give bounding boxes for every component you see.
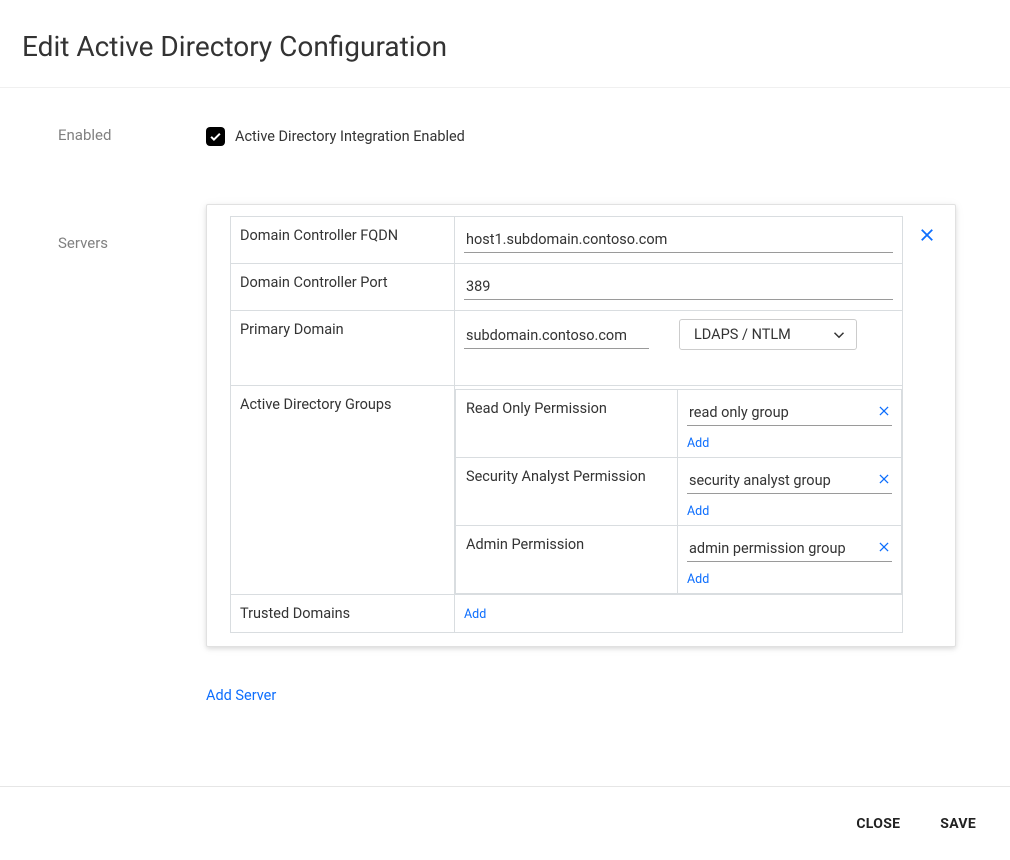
add-group-link[interactable]: Add [687,498,709,519]
group-name-input[interactable] [687,534,892,562]
fqdn-input[interactable] [464,225,893,253]
trusted-domains-label: Trusted Domains [231,595,455,633]
dialog-footer: CLOSE SAVE [0,786,1010,860]
primary-domain-label: Primary Domain [231,311,455,386]
remove-server-button[interactable] [915,223,939,247]
group-permission-label: Security Analyst Permission [456,458,678,526]
ad-groups-label: Active Directory Groups [231,386,455,595]
group-permission-label: Read Only Permission [456,390,678,458]
table-row: Trusted Domains Add [231,595,903,633]
remove-group-button[interactable] [876,403,892,419]
close-icon [877,404,891,418]
table-row: Admin Permission Add [456,526,902,594]
primary-domain-input[interactable] [464,321,649,349]
table-row: Primary Domain LDAPS / NTLM [231,311,903,386]
add-group-link[interactable]: Add [687,430,709,451]
close-button[interactable]: CLOSE [856,816,900,832]
port-input[interactable] [464,272,893,300]
remove-group-button[interactable] [876,471,892,487]
servers-label: Servers [58,204,206,252]
fqdn-label: Domain Controller FQDN [231,217,455,264]
enabled-checkbox-label: Active Directory Integration Enabled [235,128,465,145]
add-trusted-domain-link[interactable]: Add [464,605,486,622]
enabled-checkbox[interactable] [206,127,225,146]
table-row: Active Directory Groups Read Only Permis… [231,386,903,595]
table-row: Domain Controller Port [231,264,903,311]
page-title: Edit Active Directory Configuration [0,0,1010,88]
check-icon [208,129,223,144]
add-group-link[interactable]: Add [687,566,709,587]
save-button[interactable]: SAVE [940,816,976,832]
group-permission-label: Admin Permission [456,526,678,594]
close-icon [877,540,891,554]
auth-method-value: LDAPS / NTLM [694,326,791,343]
table-row: Domain Controller FQDN [231,217,903,264]
add-server-link[interactable]: Add Server [206,687,276,704]
port-label: Domain Controller Port [231,264,455,311]
remove-group-button[interactable] [876,539,892,555]
table-row: Security Analyst Permission Add [456,458,902,526]
enabled-label: Enabled [58,118,206,144]
table-row: Read Only Permission Add [456,390,902,458]
group-name-input[interactable] [687,466,892,494]
group-name-input[interactable] [687,398,892,426]
close-icon [918,226,936,244]
auth-method-select[interactable]: LDAPS / NTLM [679,319,857,350]
chevron-down-icon [830,326,848,348]
close-icon [877,472,891,486]
server-card: Domain Controller FQDN Domain Controller… [206,204,956,647]
